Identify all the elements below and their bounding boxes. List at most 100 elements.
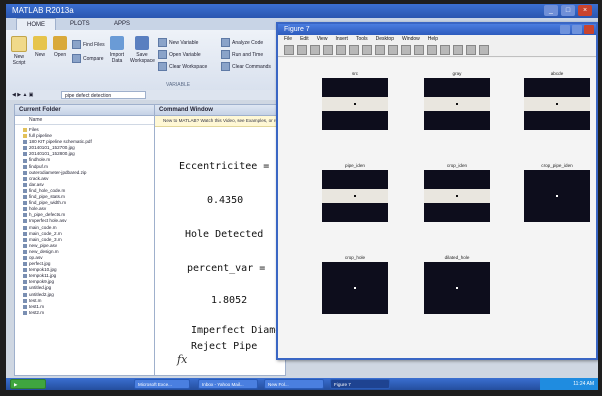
colorbar-icon[interactable] (440, 45, 450, 55)
tab-apps[interactable]: APPS (104, 18, 140, 30)
compare-button[interactable]: Compare (72, 54, 104, 63)
output-line: Eccentricitee = (179, 161, 270, 172)
subplot[interactable]: abcde (524, 70, 590, 130)
data-cursor-icon[interactable] (401, 45, 411, 55)
rotate-icon[interactable] (388, 45, 398, 55)
file-icon (23, 219, 27, 224)
file-icon (23, 280, 27, 285)
zoom-out-icon[interactable] (362, 45, 372, 55)
subplot-title: crop_pipe_iden (541, 163, 573, 168)
maximize-button[interactable]: □ (561, 5, 575, 16)
legend-icon[interactable] (453, 45, 463, 55)
open-file-icon[interactable] (297, 45, 307, 55)
subplot-image (322, 262, 388, 314)
file-icon (23, 286, 27, 291)
script-icon (11, 36, 27, 52)
output-value: 0.4350 (207, 195, 244, 206)
open-variable-button[interactable]: Open Variable (158, 50, 201, 59)
hole-marker (456, 287, 458, 289)
command-window[interactable]: Command Window New to MATLAB? Watch this… (154, 104, 299, 376)
file-icon (23, 207, 27, 212)
figure-maximize-button[interactable] (572, 25, 582, 34)
clear-workspace-button[interactable]: Clear Workspace (158, 62, 207, 71)
new-button[interactable]: New (32, 36, 48, 58)
new-figure-icon[interactable] (284, 45, 294, 55)
new-variable-button[interactable]: New Variable (158, 38, 198, 47)
file-icon (23, 213, 27, 218)
system-tray-clock: 11:24 AM (540, 378, 598, 390)
figure-menu-item[interactable]: Tools (356, 35, 368, 44)
clear-icon (221, 62, 230, 71)
file-icon (23, 170, 27, 175)
figure-menu-item[interactable]: Window (402, 35, 420, 44)
figure-menu-item[interactable]: File (284, 35, 292, 44)
command-window-title: Command Window (155, 105, 285, 116)
nav-arrows-icon[interactable]: ◀ ▶ ▲ ▣ (12, 90, 34, 100)
zoom-in-icon[interactable] (349, 45, 359, 55)
link-icon[interactable] (427, 45, 437, 55)
figure-menu-item[interactable]: Desktop (376, 35, 394, 44)
tab-plots[interactable]: PLOTS (60, 18, 100, 30)
list-item[interactable]: test2.m (23, 310, 155, 316)
open-button[interactable]: Open (52, 36, 68, 58)
output-line: Reject Pipe (191, 341, 258, 352)
figure-close-button[interactable] (584, 25, 594, 34)
subplot-title: pipe_iden (345, 163, 365, 168)
output-line: percent_var = (187, 263, 266, 274)
new-script-button[interactable]: New Script (10, 36, 28, 66)
subplot[interactable]: src (322, 70, 388, 130)
show-tools-icon[interactable] (479, 45, 489, 55)
start-button[interactable]: ▶ (10, 379, 46, 389)
subplot[interactable]: pipe_iden (322, 162, 388, 222)
figure-menu-item[interactable]: Insert (335, 35, 348, 44)
analyze-code-button[interactable]: Analyze Code (221, 38, 263, 47)
brush-icon[interactable] (414, 45, 424, 55)
subplot-image (424, 262, 490, 314)
subplot-title: crop_hole (344, 255, 366, 260)
output-line: Hole Detected (185, 229, 264, 240)
name-column-header[interactable]: Name (15, 116, 155, 125)
section-label: VARIABLE (166, 82, 191, 88)
variable-icon (158, 38, 167, 47)
figure-title-bar: Figure 7 (278, 24, 596, 35)
find-icon (72, 40, 81, 49)
app-title: MATLAB R2013a (12, 6, 74, 15)
current-path[interactable]: pipe defect detection (61, 91, 146, 99)
taskbar-item-excel[interactable]: Microsoft Exce... (134, 379, 190, 389)
tab-home[interactable]: HOME (16, 18, 56, 30)
taskbar-item-folder[interactable]: New Fol... (264, 379, 324, 389)
clear-commands-button[interactable]: Clear Commands (221, 62, 271, 71)
close-button[interactable]: × (578, 5, 592, 16)
file-icon (23, 298, 27, 303)
new-icon (33, 36, 47, 50)
hide-tools-icon[interactable] (466, 45, 476, 55)
subplot[interactable]: crop_pipe_iden (524, 162, 590, 222)
figure-menu-item[interactable]: Help (428, 35, 438, 44)
screen: MATLAB R2013a _ □ × HOME PLOTS APPS New … (6, 4, 598, 390)
run-and-time-button[interactable]: Run and Time (221, 50, 263, 59)
import-data-button[interactable]: Import Data (106, 36, 128, 64)
save-workspace-button[interactable]: Save Workspace (130, 36, 155, 64)
print-icon[interactable] (323, 45, 333, 55)
file-icon (23, 152, 27, 157)
pan-icon[interactable] (375, 45, 385, 55)
subplot[interactable]: gray (424, 70, 490, 130)
subplot-title: gray (452, 71, 462, 76)
subplot[interactable]: crop_hole (322, 254, 388, 314)
find-files-button[interactable]: Find Files (72, 40, 105, 49)
file-icon (23, 140, 27, 145)
figure-menu-item[interactable]: View (317, 35, 328, 44)
taskbar-item-mail[interactable]: Inbox - Yahoo Mail... (198, 379, 258, 389)
hole-marker (556, 103, 558, 105)
taskbar-item-figure[interactable]: Figure 7 (330, 379, 390, 389)
subplot[interactable]: crop_iden (424, 162, 490, 222)
file-icon (23, 146, 27, 151)
figure-menu-item[interactable]: Edit (300, 35, 309, 44)
save-icon[interactable] (310, 45, 320, 55)
pointer-icon[interactable] (336, 45, 346, 55)
clear-icon (158, 62, 167, 71)
figure-minimize-button[interactable] (560, 25, 570, 34)
subplot[interactable]: dilated_hole (424, 254, 490, 314)
figure-toolbar (278, 44, 596, 57)
minimize-button[interactable]: _ (544, 5, 558, 16)
